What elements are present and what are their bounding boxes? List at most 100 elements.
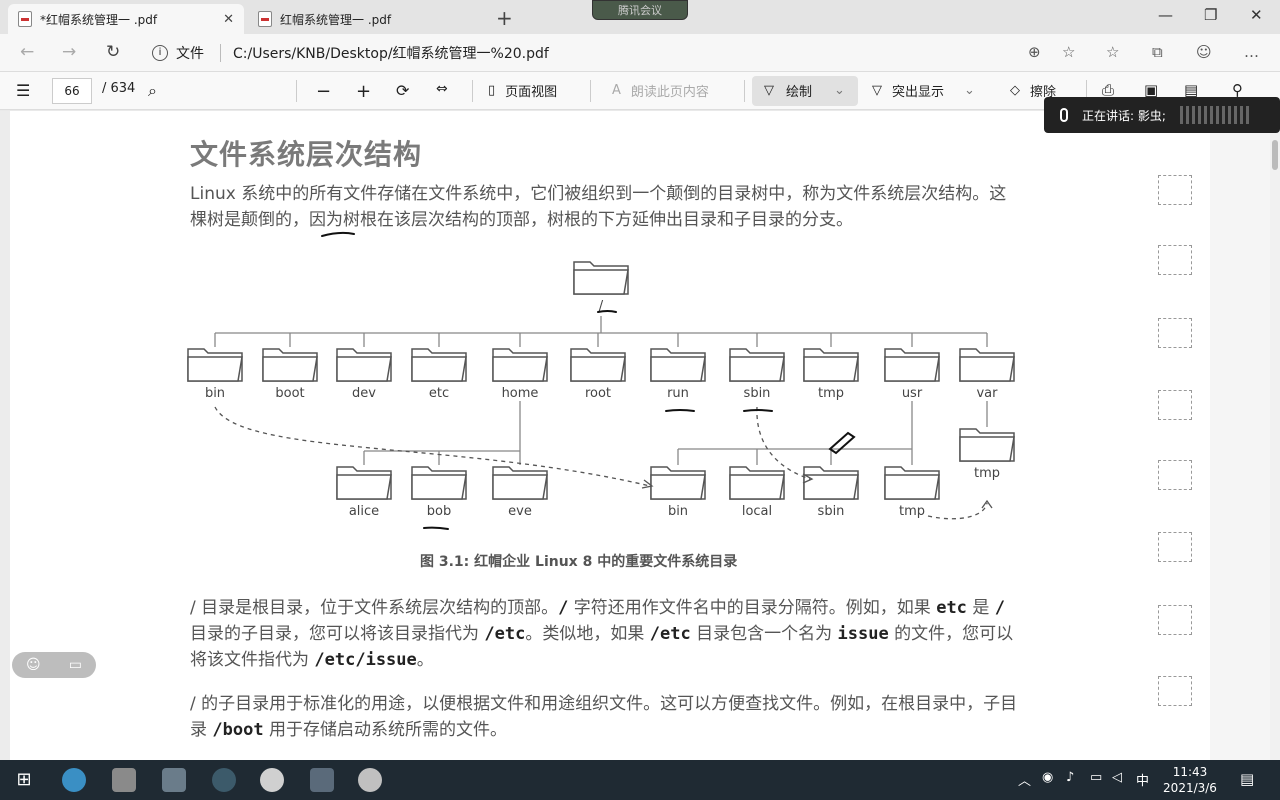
text-span: 。类似地，如果 [525, 624, 650, 644]
code-span: /etc/issue [314, 650, 417, 670]
minimize-icon[interactable]: — [1158, 6, 1173, 24]
maximize-icon[interactable]: ❐ [1204, 6, 1217, 24]
scrollbar[interactable] [1270, 111, 1280, 760]
folder-front [570, 356, 626, 382]
contents-icon[interactable]: ☰ [16, 81, 30, 100]
meeting-badge[interactable]: 腾讯会议 [592, 0, 688, 20]
favorites-icon[interactable]: ☆ [1106, 43, 1119, 61]
text-span: 目录包含一个名为 [690, 624, 838, 644]
folder-label: etc [429, 386, 449, 401]
more-icon[interactable]: … [1244, 43, 1259, 61]
search-icon[interactable]: ⌕ [148, 81, 157, 101]
app-icon[interactable] [358, 768, 382, 792]
profile-icon[interactable]: ☺ [1196, 43, 1212, 61]
text-span: 字符还用作文件名中的目录分隔符。例如，如果 [568, 598, 937, 618]
code-span: /etc [649, 624, 691, 644]
link-arrow [756, 406, 811, 480]
pen-annotation [665, 409, 695, 412]
pdf-page: 文件系统层次结构 Linux 系统中的所有文件存储在文件系统中，它们被组织到一个… [10, 111, 1210, 760]
scrollbar-thumb[interactable] [1272, 140, 1278, 170]
text-span: 用于存储启动系统所需的文件。 [263, 720, 507, 740]
speaking-text: 正在讲话: 影虫; [1082, 108, 1166, 123]
ime-indicator[interactable]: 中 [1136, 770, 1149, 789]
url-text: C:/Users/KNB/Desktop/红帽系统管理一%20.pdf [233, 46, 549, 62]
app-icon[interactable] [260, 768, 284, 792]
back-icon[interactable]: ← [20, 42, 34, 62]
close-window-icon[interactable]: ✕ [1250, 6, 1263, 24]
annotation-thumb[interactable] [1158, 676, 1192, 706]
divider [744, 80, 745, 102]
code-span: /boot [212, 720, 264, 740]
annotation-thumb[interactable] [1158, 390, 1192, 420]
zoom-out-icon[interactable]: − [316, 81, 331, 102]
folder-front [729, 356, 785, 382]
tray-mic-icon[interactable]: ♪ [1066, 770, 1074, 785]
tray-app-icon[interactable]: ◉ [1042, 770, 1053, 785]
tray-chevron-icon[interactable]: ︿ [1018, 770, 1031, 789]
filesystem-diagram: /bin boot dev etc home root run sbin tmp usr varal… [187, 231, 1015, 530]
info-icon[interactable]: i [152, 45, 168, 61]
folder-front [411, 474, 467, 500]
paragraph-root: / 目录是根目录，位于文件系统层次结构的顶部。/ 字符还用作文件名中的目录分隔符… [190, 595, 1020, 673]
taskbar: ⊞ [0, 760, 1280, 800]
new-tab-icon[interactable]: + [496, 6, 513, 30]
close-icon[interactable]: ✕ [223, 12, 234, 27]
chevron-down-icon[interactable]: ⌄ [834, 83, 845, 98]
read-aloud-button[interactable]: A 朗读此页内容 [612, 81, 709, 100]
paragraph-subdirs: / 的子目录用于标准化的用途，以便根据文件和用途组织文件。这可以方便查找文件。例… [190, 691, 1020, 743]
folder-label: boot [275, 386, 304, 401]
folder-front [884, 356, 940, 382]
app-icon[interactable] [162, 768, 186, 792]
refresh-icon[interactable]: ↻ [106, 42, 120, 62]
volume-icon[interactable]: ◁ [1112, 770, 1122, 785]
chat-icon[interactable]: ▭ [69, 657, 82, 673]
annotation-thumb[interactable] [1158, 245, 1192, 275]
zoom-in-icon[interactable]: + [356, 81, 371, 102]
favorite-add-icon[interactable]: ☆ [1062, 43, 1075, 61]
page-total: / 634 [102, 81, 136, 96]
pdf-viewer: 文件系统层次结构 Linux 系统中的所有文件存储在文件系统中，它们被组织到一个… [0, 111, 1280, 760]
zoom-icon[interactable]: ⊕ [1028, 43, 1041, 61]
rotate-icon[interactable]: ⟳ [396, 81, 409, 100]
collections-icon[interactable]: ⧉ [1152, 43, 1163, 61]
annotation-thumb[interactable] [1158, 532, 1192, 562]
pdf-icon [18, 11, 32, 27]
windows-start-icon[interactable]: ⊞ [12, 768, 36, 792]
speaking-indicator: 正在讲话: 影虫; [1044, 97, 1280, 133]
network-icon[interactable]: ▭ [1090, 770, 1102, 785]
app-icon[interactable] [310, 768, 334, 792]
annotation-thumb[interactable] [1158, 175, 1192, 205]
fit-width-icon[interactable]: ⇔ [436, 81, 448, 97]
folder-label: eve [508, 504, 532, 519]
folder-label: bob [427, 504, 451, 519]
url-field[interactable]: i 文件 C:/Users/KNB/Desktop/红帽系统管理一%20.pdf [152, 39, 1012, 67]
tab-label: *红帽系统管理一 .pdf [40, 12, 158, 27]
annotation-thumb[interactable] [1158, 460, 1192, 490]
forward-icon[interactable]: → [62, 42, 76, 62]
chevron-down-icon[interactable]: ⌄ [964, 83, 975, 98]
notification-icon[interactable]: ▤ [1240, 770, 1254, 788]
annotation-thumb[interactable] [1158, 605, 1192, 635]
page-view-icon: ▯ [488, 83, 496, 98]
eraser-icon: ◇ [1010, 83, 1020, 98]
draw-button[interactable]: ▽ 绘制 ⌄ [764, 81, 845, 100]
folder-front [492, 474, 548, 500]
page-view-button[interactable]: ▯ 页面视图 [488, 81, 557, 100]
read-aloud-label: 朗读此页内容 [630, 85, 709, 100]
page-number-input[interactable]: 66 [52, 78, 92, 104]
tab-inactive[interactable]: 红帽系统管理一 .pdf [248, 4, 484, 34]
code-span: issue [837, 624, 889, 644]
pen-annotation [423, 526, 449, 530]
code-span: /etc [484, 624, 526, 644]
edge-icon[interactable] [62, 768, 86, 792]
read-aloud-icon: A [612, 83, 621, 98]
folder-label: sbin [744, 386, 771, 401]
emoji-icon[interactable]: ☺ [26, 657, 41, 673]
app-icon[interactable] [212, 768, 236, 792]
annotation-thumb[interactable] [1158, 318, 1192, 348]
folder-label: home [502, 386, 539, 401]
clock[interactable]: 11:43 2021/3/6 [1160, 764, 1220, 796]
tab-active[interactable]: *红帽系统管理一 .pdf ✕ [8, 4, 244, 34]
highlight-button[interactable]: ▽ 突出显示 ⌄ [872, 81, 975, 100]
app-icon[interactable] [112, 768, 136, 792]
